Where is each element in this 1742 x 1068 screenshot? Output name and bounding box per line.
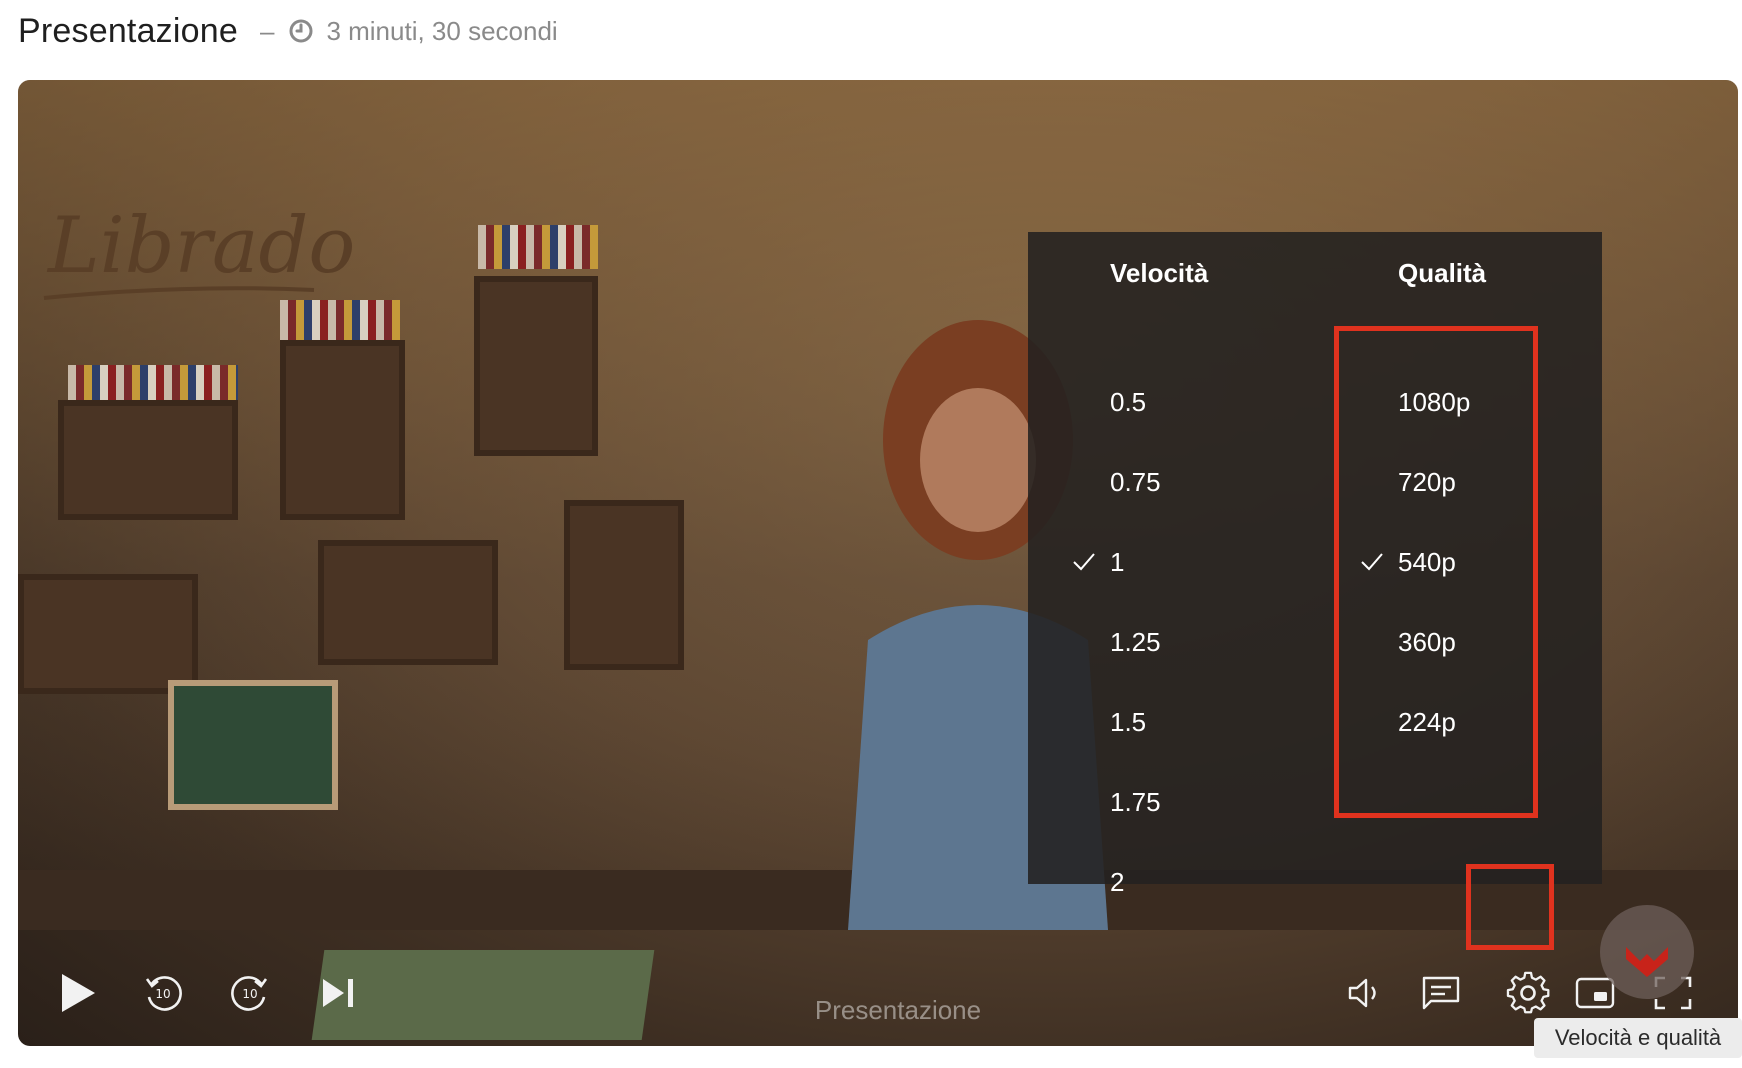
volume-icon xyxy=(1348,978,1376,1008)
picture-frame xyxy=(168,680,338,810)
forward-10-icon: 10 xyxy=(231,976,268,1011)
thread-spools xyxy=(478,225,598,269)
speed-option[interactable]: 0.75 xyxy=(1110,462,1161,502)
wooden-shelf xyxy=(474,276,598,456)
speed-option[interactable]: 1.25 xyxy=(1110,622,1161,662)
forward-10-button[interactable]: 10 xyxy=(220,940,280,1046)
volume-button[interactable] xyxy=(1340,940,1390,1046)
speed-heading: Velocità xyxy=(1110,258,1209,288)
svg-text:Librados: Librados xyxy=(46,201,356,291)
speed-option[interactable]: 2 xyxy=(1110,862,1124,902)
rewind-10-icon: 10 xyxy=(145,976,182,1011)
play-icon xyxy=(62,974,95,1012)
speed-option[interactable]: 1.75 xyxy=(1110,782,1161,822)
wooden-shelf xyxy=(564,500,684,670)
wooden-shelf xyxy=(318,540,498,665)
clock-icon xyxy=(289,19,313,43)
video-title-label: Presentazione xyxy=(814,995,982,1025)
page-title: Presentazione xyxy=(18,11,238,50)
quality-highlight-box xyxy=(1334,326,1538,818)
svg-text:10: 10 xyxy=(155,987,170,1001)
check-icon xyxy=(1073,553,1095,571)
play-button[interactable] xyxy=(48,940,108,1046)
subtitles-icon xyxy=(1422,976,1460,1010)
brand-badge[interactable] xyxy=(1600,905,1694,999)
page-header: Presentazione – 3 minuti, 30 secondi xyxy=(18,6,558,56)
settings-highlight-box xyxy=(1466,864,1554,950)
speed-option[interactable]: 1.5 xyxy=(1110,702,1146,742)
quality-heading: Qualità xyxy=(1398,258,1487,288)
wooden-shelf xyxy=(280,340,405,520)
speed-option[interactable]: 0.5 xyxy=(1110,382,1146,422)
brand-chevron-icon xyxy=(1626,947,1668,977)
thread-spools xyxy=(280,300,400,344)
speed-option-selected[interactable]: 1 xyxy=(1110,542,1124,582)
channel-logo: Librados xyxy=(43,201,356,300)
wooden-shelf xyxy=(18,574,198,694)
video-duration: 3 minuti, 30 secondi xyxy=(326,15,558,46)
subtitles-button[interactable] xyxy=(1416,940,1466,1046)
gear-icon xyxy=(1506,971,1550,1014)
settings-tooltip: Velocità e qualità xyxy=(1534,1018,1742,1058)
rewind-10-button[interactable]: 10 xyxy=(133,940,193,1046)
skip-next-button[interactable] xyxy=(308,940,368,1046)
wooden-shelf xyxy=(58,400,238,520)
player-controls: 10 10 Presentazione xyxy=(18,940,1738,1046)
svg-text:10: 10 xyxy=(242,987,257,1001)
title-separator: – xyxy=(259,15,275,46)
skip-next-icon xyxy=(323,979,353,1007)
